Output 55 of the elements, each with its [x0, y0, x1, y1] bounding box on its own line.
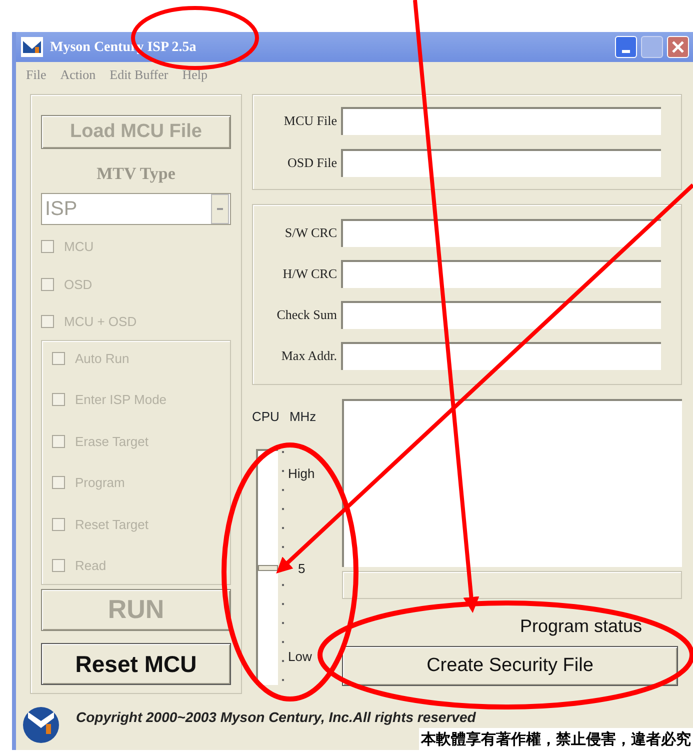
tick-mark — [282, 470, 284, 472]
file-path-field[interactable] — [341, 149, 661, 177]
tick-mark — [282, 640, 284, 642]
minimize-button[interactable] — [615, 36, 637, 58]
cpu-speed-slider-track[interactable] — [256, 448, 278, 684]
tick-mark — [282, 584, 284, 586]
menu-item[interactable]: Edit Buffer — [110, 65, 168, 85]
tick-mark — [282, 622, 284, 624]
tick-mark — [282, 546, 284, 548]
checkbox-label: Program — [75, 474, 125, 492]
checkbox-label: MCU — [64, 238, 94, 256]
checkbox-label: Read — [75, 557, 106, 576]
company-logo-icon — [20, 704, 62, 744]
tick-mark — [282, 488, 284, 490]
tick-mark — [282, 526, 284, 528]
tick-mark — [282, 508, 284, 510]
value-field[interactable] — [341, 342, 661, 370]
unit-label: MHz — [289, 408, 316, 426]
menu-item[interactable]: Action — [60, 65, 96, 85]
checkbox-label: MCU + OSD — [64, 313, 137, 332]
speed-value-label: 5 — [298, 560, 306, 578]
close-button[interactable] — [667, 36, 689, 58]
reset-mcu-button[interactable]: Reset MCU — [41, 642, 231, 685]
checkbox-label: Reset Target — [75, 516, 148, 534]
tick-mark — [282, 602, 284, 604]
value-field[interactable] — [341, 260, 661, 288]
program-status-label: Program status — [520, 616, 642, 636]
menu-item[interactable]: Help — [182, 65, 208, 85]
file-path-field[interactable] — [341, 107, 661, 135]
cpu-label: CPU — [252, 408, 280, 426]
tick-mark — [282, 450, 284, 452]
field-label: MCU File — [282, 112, 337, 130]
field-label: OSD File — [286, 154, 337, 172]
copyright-text: Copyright 2000~2003 Myson Century, Inc.All rights reserved — [76, 708, 476, 727]
checkbox-label: OSD — [64, 276, 92, 294]
value-field[interactable] — [341, 301, 661, 329]
low-label: Low — [288, 648, 312, 666]
menu-item[interactable]: File — [26, 65, 46, 85]
app-logo-icon — [20, 36, 44, 58]
field-label: H/W CRC — [282, 265, 337, 284]
value-field[interactable] — [341, 219, 661, 247]
field-label: Max Addr. — [280, 347, 337, 366]
checkbox-label: Auto Run — [75, 350, 130, 368]
checkbox-label: Erase Target — [75, 432, 148, 451]
tick-mark — [282, 660, 284, 662]
copyright-notice: 本軟體享有著作權，禁止侵害，違者必究 — [421, 730, 691, 748]
checkbox-label: Enter ISP Mode — [75, 391, 167, 410]
mtv-type-label: MTV Type — [96, 164, 176, 184]
close-icon — [672, 41, 684, 53]
field-label: Check Sum — [276, 306, 337, 324]
high-label: High — [288, 464, 315, 483]
slider-thumb[interactable] — [258, 564, 278, 570]
create-security-file-button[interactable]: Create Security File — [342, 646, 678, 686]
field-label: S/W CRC — [284, 224, 337, 242]
tick-mark — [282, 678, 284, 680]
